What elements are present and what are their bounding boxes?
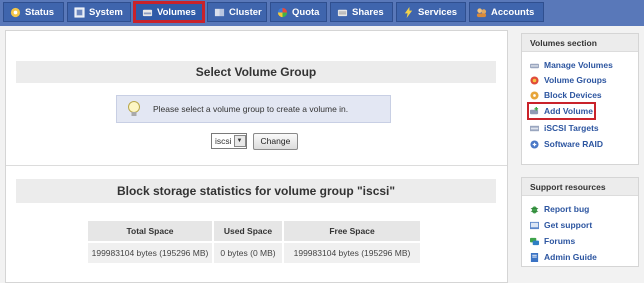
- tab-services[interactable]: Services: [396, 2, 466, 22]
- sidebar-item-label: Forums: [544, 236, 576, 246]
- status-icon: [10, 7, 21, 17]
- sidebar-item-manage-volumes[interactable]: Manage Volumes: [530, 59, 613, 71]
- support-section-box: Support resources Report bug Get support…: [521, 177, 639, 267]
- services-icon: [404, 6, 413, 18]
- guide-icon: [530, 252, 539, 262]
- tab-cluster[interactable]: Cluster: [207, 2, 267, 22]
- block-device-icon: [530, 90, 539, 100]
- stats-table: Total Space Used Space Free Space 199983…: [86, 219, 422, 265]
- chevron-down-icon[interactable]: ▼: [233, 135, 246, 147]
- info-text: Please select a volume group to create a…: [153, 104, 349, 114]
- support-section-title: Support resources: [522, 178, 638, 196]
- top-nav-bar: Status System Volumes Cluster Quota Shar…: [0, 0, 644, 26]
- volumes-section-box: Volumes section Manage Volumes Volume Gr…: [521, 33, 639, 165]
- table-row: 199983104 bytes (195296 MB) 0 bytes (0 M…: [88, 243, 420, 263]
- tab-services-label: Services: [418, 6, 458, 18]
- volumes-icon: [142, 9, 153, 16]
- stats-title: Block storage statistics for volume grou…: [16, 179, 496, 203]
- sidebar-item-add-volume[interactable]: Add Volume: [527, 102, 596, 120]
- volume-group-select-row: iscsi ▼ Change: [211, 132, 299, 150]
- accounts-icon: [476, 7, 487, 17]
- sidebar-item-software-raid[interactable]: Software RAID: [530, 138, 603, 150]
- tab-shares[interactable]: Shares: [330, 2, 393, 22]
- sidebar-item-label: Add Volume: [544, 106, 593, 116]
- header-free-space: Free Space: [284, 221, 420, 241]
- sidebar-item-label: Report bug: [544, 204, 590, 214]
- sidebar-item-label: Volume Groups: [544, 75, 607, 85]
- tab-status-label: Status: [25, 6, 55, 18]
- tab-status[interactable]: Status: [3, 2, 64, 22]
- tab-volumes-label: Volumes: [157, 6, 196, 18]
- sidebar-item-volume-groups[interactable]: Volume Groups: [530, 74, 607, 86]
- tab-accounts[interactable]: Accounts: [469, 2, 544, 22]
- tab-quota-label: Quota: [292, 6, 320, 18]
- shares-icon: [337, 9, 348, 16]
- raid-icon: [530, 139, 539, 149]
- volume-group-selected-value: iscsi: [215, 136, 232, 146]
- system-icon: [74, 6, 85, 18]
- tab-system-label: System: [89, 6, 123, 18]
- tab-accounts-label: Accounts: [491, 6, 535, 18]
- sidebar-item-get-support[interactable]: Get support: [530, 219, 592, 231]
- bug-icon: [530, 205, 539, 214]
- volumes-section-title: Volumes section: [522, 34, 638, 52]
- cell-total-space: 199983104 bytes (195296 MB): [88, 243, 212, 263]
- cell-used-space: 0 bytes (0 MB): [214, 243, 282, 263]
- target-icon: [530, 125, 539, 131]
- group-icon: [530, 75, 539, 85]
- sidebar-item-label: Software RAID: [544, 139, 604, 149]
- quota-icon: [277, 7, 288, 17]
- lightbulb-icon: [128, 101, 140, 116]
- sidebar-item-label: Manage Volumes: [544, 60, 613, 70]
- support-icon: [530, 221, 539, 229]
- header-used-space: Used Space: [214, 221, 282, 241]
- sidebar-item-label: Block Devices: [544, 90, 602, 100]
- sidebar-item-label: iSCSI Targets: [544, 123, 599, 133]
- tab-quota[interactable]: Quota: [270, 2, 327, 22]
- info-box: Please select a volume group to create a…: [116, 95, 391, 123]
- stats-header-row: Total Space Used Space Free Space: [88, 221, 420, 241]
- disk-icon: [530, 63, 539, 68]
- forums-icon: [530, 237, 539, 245]
- tab-system[interactable]: System: [67, 2, 131, 22]
- sidebar-item-iscsi-targets[interactable]: iSCSI Targets: [530, 122, 599, 134]
- change-button[interactable]: Change: [252, 132, 299, 150]
- select-volume-group-title: Select Volume Group: [16, 61, 496, 83]
- add-disk-icon: [530, 106, 539, 114]
- sidebar-item-report-bug[interactable]: Report bug: [530, 203, 589, 215]
- cell-free-space: 199983104 bytes (195296 MB): [284, 243, 420, 263]
- sidebar-item-forums[interactable]: Forums: [530, 235, 575, 247]
- volume-group-select[interactable]: iscsi ▼: [211, 133, 247, 149]
- tab-shares-label: Shares: [352, 6, 384, 18]
- sidebar-item-label: Get support: [544, 220, 593, 230]
- cluster-icon: [214, 8, 225, 16]
- tab-volumes[interactable]: Volumes: [133, 1, 205, 23]
- tab-cluster-label: Cluster: [229, 6, 262, 18]
- header-total-space: Total Space: [88, 221, 212, 241]
- sidebar-item-label: Admin Guide: [544, 252, 597, 262]
- section-divider: [6, 165, 507, 166]
- sidebar-item-block-devices[interactable]: Block Devices: [530, 89, 602, 101]
- main-panel: Select Volume Group Please select a volu…: [5, 30, 508, 283]
- sidebar-item-admin-guide[interactable]: Admin Guide: [530, 251, 597, 263]
